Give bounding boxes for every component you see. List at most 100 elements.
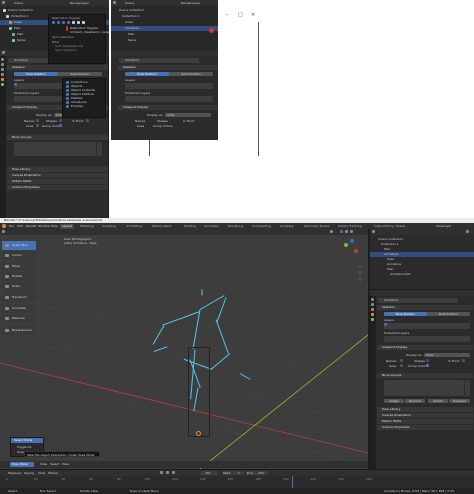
- blender-logo-icon[interactable]: [2, 224, 6, 228]
- display-as-dropdown[interactable]: Octa: [165, 113, 211, 117]
- view-layer-label-2[interactable]: RenderLayer: [181, 1, 200, 5]
- play-icon[interactable]: [166, 471, 169, 474]
- bone-groups-list-controls[interactable]: [465, 380, 470, 396]
- gizmo-x-icon[interactable]: [354, 249, 358, 253]
- bone[interactable]: [239, 373, 251, 380]
- tool-rotate[interactable]: Rotate: [2, 272, 36, 281]
- outliner-editor-icon[interactable]: [2, 1, 5, 4]
- shading-solid-icon[interactable]: [340, 230, 343, 233]
- viewport-display-panel-header[interactable]: Viewport Display: [377, 345, 473, 350]
- in-front-checkbox[interactable]: [86, 119, 89, 122]
- bone[interactable]: [211, 353, 231, 370]
- rest-position-button[interactable]: Rest Position: [58, 72, 102, 76]
- monitor-toggle-icon[interactable]: [67, 21, 70, 24]
- group-colors-checkbox[interactable]: [59, 124, 62, 127]
- navigation-gizmo[interactable]: [340, 239, 364, 263]
- datablock-name-field[interactable]: Armature: [378, 298, 458, 303]
- bone[interactable]: [215, 319, 229, 354]
- outliner-row[interactable]: Cube: [111, 20, 218, 25]
- tool-measure[interactable]: Measure: [2, 314, 36, 323]
- scene-tab-icon[interactable]: [1, 73, 4, 76]
- jump-start-icon[interactable]: [160, 471, 163, 474]
- object-tab-icon[interactable]: [371, 313, 374, 316]
- protected-layers-grid[interactable]: [125, 96, 213, 102]
- protected-layers-grid[interactable]: [384, 336, 470, 342]
- skeleton-panel-header[interactable]: Skeleton: [377, 305, 473, 310]
- properties-editor-icon[interactable]: [2, 51, 5, 54]
- bone-groups-list[interactable]: [384, 380, 464, 396]
- outliner-row[interactable]: Armature.001: [370, 272, 474, 277]
- bone[interactable]: [192, 309, 201, 349]
- tool-annotate[interactable]: Annotate: [2, 304, 36, 313]
- bone[interactable]: [201, 289, 203, 296]
- view-layer-label-2[interactable]: RenderLayer: [70, 1, 89, 5]
- armature-figure[interactable]: [140, 289, 260, 449]
- view-layer-selector[interactable]: ViewLayer: [436, 224, 451, 228]
- xray-toggle-icon[interactable]: [330, 230, 333, 233]
- remove-button[interactable]: Remove: [405, 399, 425, 403]
- motion-paths-panel-header[interactable]: Motion Paths: [7, 179, 108, 184]
- layer-active[interactable]: [384, 323, 387, 326]
- last-operator-item[interactable]: Toggle Int: [17, 445, 32, 449]
- bone-groups-panel-header[interactable]: Bone Groups: [7, 135, 108, 140]
- current-frame-field[interactable]: 161: [200, 471, 218, 475]
- render-tab-icon[interactable]: [1, 63, 4, 66]
- menu-select[interactable]: Select: [50, 461, 59, 467]
- tool-breakdowner[interactable]: Breakdowner: [2, 326, 36, 335]
- names-checkbox[interactable]: [400, 359, 403, 362]
- pose-position-button[interactable]: Pose Position: [384, 312, 427, 316]
- outliner-row-scene-collection[interactable]: Scene Collection: [0, 8, 109, 13]
- motion-paths-panel-header[interactable]: Motion Paths: [377, 419, 473, 424]
- outliner-row[interactable]: Spine: [111, 38, 218, 43]
- scene-selector[interactable]: Scene: [396, 224, 405, 228]
- checkbox-icon[interactable]: [66, 89, 69, 92]
- indirect-toggle-icon[interactable]: [82, 21, 85, 24]
- bone[interactable]: [216, 297, 227, 323]
- bone-groups-panel-header[interactable]: Bone Groups: [377, 373, 473, 378]
- tool-transform[interactable]: Transform: [2, 293, 36, 302]
- outliner-row-selected[interactable]: Armature: [111, 26, 218, 31]
- checkbox-icon[interactable]: [66, 97, 69, 100]
- pose-library-panel-header[interactable]: Pose Library: [7, 167, 108, 172]
- filter-object-item[interactable]: Empties: [71, 104, 83, 108]
- tool-move[interactable]: Move: [2, 262, 36, 271]
- viewport-3d[interactable]: User Orthographic (161) Armature : Hips: [0, 229, 368, 469]
- pose-position-button[interactable]: Pose Position: [125, 72, 169, 76]
- armature-data-tab-icon[interactable]: [1, 83, 4, 86]
- bone-groups-list[interactable]: [14, 142, 96, 156]
- render-tab-icon[interactable]: [371, 303, 374, 306]
- end-frame-field[interactable]: End 250: [246, 471, 268, 475]
- bone-groups-list-controls[interactable]: [97, 142, 102, 156]
- pose-position-button[interactable]: Pose Position: [14, 72, 58, 76]
- names-checkbox[interactable]: [36, 119, 39, 122]
- inverse-kinematics-panel-header[interactable]: Inverse Kinematics: [377, 413, 473, 418]
- skeleton-panel-header[interactable]: Skeleton: [7, 65, 108, 70]
- checkbox-toggle-icon[interactable]: [52, 21, 55, 24]
- editor-type-icon[interactable]: [2, 230, 5, 233]
- outliner-editor-icon[interactable]: [113, 1, 116, 4]
- shading-material-icon[interactable]: [345, 230, 348, 233]
- eye-toggle-icon[interactable]: [57, 21, 60, 24]
- gizmo-y-icon[interactable]: [344, 243, 348, 247]
- tool-cursor[interactable]: Cursor: [2, 251, 36, 260]
- output-tab-icon[interactable]: [371, 308, 374, 311]
- output-tab-icon[interactable]: [1, 68, 4, 71]
- tool-select-box[interactable]: Select Box: [2, 241, 36, 250]
- layers-grid[interactable]: [384, 323, 470, 329]
- checkbox-icon[interactable]: [66, 85, 69, 88]
- object-tab-icon[interactable]: [1, 78, 4, 81]
- minimize-button[interactable]: –: [226, 12, 229, 18]
- outliner-row[interactable]: Plan: [111, 32, 218, 37]
- armature-data-tab-icon[interactable]: [371, 318, 374, 321]
- start-frame-field[interactable]: Start 1: [222, 471, 244, 475]
- layer-active[interactable]: [14, 83, 17, 86]
- view-layer-label[interactable]: Scene: [14, 1, 23, 5]
- assign-button[interactable]: Assign: [384, 399, 404, 403]
- camera-toggle-icon[interactable]: [72, 21, 75, 24]
- holdout-toggle-icon[interactable]: [77, 21, 80, 24]
- skeleton-panel-header[interactable]: Skeleton: [118, 65, 217, 70]
- last-operator-title[interactable]: Select Mode: [11, 438, 43, 443]
- deselect-button[interactable]: Deselect: [449, 399, 470, 403]
- rest-position-button[interactable]: Rest Position: [169, 72, 213, 76]
- shapes-checkbox[interactable]: [426, 359, 429, 362]
